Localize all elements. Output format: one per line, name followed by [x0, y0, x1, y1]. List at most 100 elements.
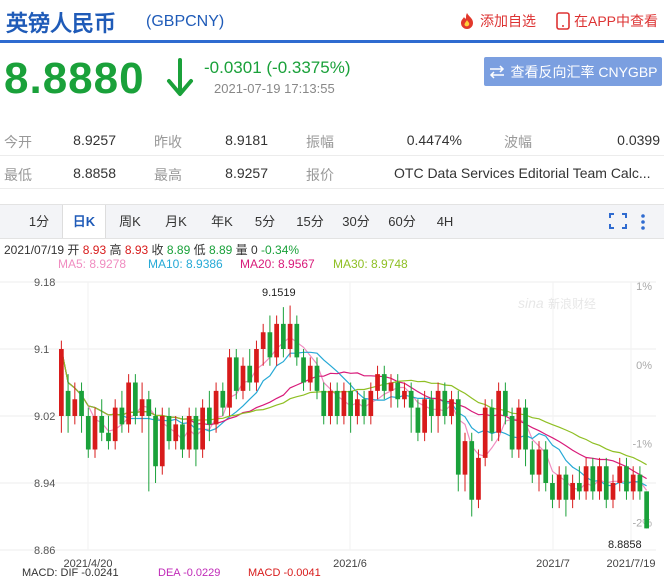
candle-body	[509, 416, 515, 450]
candle-body	[341, 390, 347, 416]
candle-body	[529, 449, 535, 475]
reverse-rate-button[interactable]: 查看反向汇率 CNYGBP	[484, 57, 662, 86]
candle-body	[523, 407, 528, 450]
candle-body	[395, 382, 401, 400]
candle-body	[79, 390, 84, 416]
x-tick-label: 2021/6	[333, 558, 367, 570]
candle-body	[133, 382, 138, 416]
add-favorite-button[interactable]: 添加自选	[458, 11, 536, 31]
candle-body	[260, 332, 266, 349]
candle-body	[462, 441, 468, 475]
candle-body	[106, 432, 111, 442]
candle-body	[213, 390, 219, 425]
candle-body	[227, 357, 232, 408]
kline-chart[interactable]: 9.189.19.028.948.861%0%-1%-2%2021/4/20 20…	[0, 272, 664, 582]
volume-label: 量	[235, 243, 248, 257]
candle-body	[254, 349, 259, 383]
x-tick-label: 2021/7	[536, 558, 570, 570]
candle-body	[85, 416, 91, 450]
candle-body	[536, 449, 542, 475]
candle-body	[281, 323, 286, 349]
candle-body	[220, 390, 226, 408]
tab-weekly[interactable]: 周K	[110, 205, 150, 238]
tab-60min[interactable]: 60分	[382, 205, 422, 238]
candle-body	[563, 474, 569, 500]
stat-label: 昨收	[154, 134, 182, 150]
tab-30min[interactable]: 30分	[336, 205, 376, 238]
x-tick-label: 2021/7/19	[607, 558, 656, 570]
tab-5min[interactable]: 5分	[248, 205, 282, 238]
low-label: 低	[193, 243, 206, 257]
candle-body	[146, 399, 152, 416]
ma20-label: MA20: 8.9567	[240, 257, 315, 271]
candle-body	[307, 365, 313, 383]
tab-1min[interactable]: 1分	[22, 205, 56, 238]
candle-body	[617, 466, 623, 483]
phone-icon	[556, 12, 570, 30]
candle-body	[200, 407, 205, 450]
stat-label: 今开	[4, 134, 32, 150]
divider	[0, 188, 664, 189]
right-tick-label: 0%	[636, 360, 652, 372]
stat-value: 8.8858	[73, 165, 116, 181]
tab-4h[interactable]: 4H	[428, 205, 462, 238]
tab-daily[interactable]: 日K	[62, 205, 106, 238]
candle-body	[577, 483, 582, 492]
add-favorite-label: 添加自选	[480, 13, 536, 29]
close-value: 8.89	[166, 243, 191, 257]
candle-body	[644, 491, 649, 529]
stat-label: 振幅	[306, 134, 334, 150]
reverse-rate-label: 查看反向汇率 CNYGBP	[510, 63, 658, 80]
candle-body	[422, 399, 427, 433]
candle-body	[637, 474, 643, 492]
open-app-button[interactable]: 在APP中查看	[556, 11, 658, 31]
candle-body	[435, 390, 441, 416]
open-value: 8.93	[82, 243, 107, 257]
candle-body	[65, 390, 71, 416]
stat-value: 8.9181	[225, 132, 268, 148]
candle-body	[516, 407, 522, 450]
macd-dea: DEA -0.0229	[158, 567, 220, 579]
symbol-code: (GBPCNY)	[146, 13, 225, 30]
swap-icon	[490, 64, 505, 79]
fullscreen-icon[interactable]	[608, 212, 628, 230]
right-tick-label: -1%	[632, 439, 652, 451]
candle-body	[233, 357, 239, 391]
candle-body	[247, 365, 253, 383]
candle-body	[186, 416, 192, 450]
stat-label: 报价	[306, 167, 334, 183]
candle-body	[173, 424, 179, 442]
candle-body	[570, 483, 575, 500]
pct-change: -0.34%	[261, 243, 300, 257]
more-options-icon[interactable]	[640, 213, 646, 231]
candle-body	[153, 416, 158, 467]
candle-body	[59, 349, 64, 416]
header-divider	[0, 40, 664, 43]
candle-body	[469, 441, 475, 500]
ohlc-summary: 2021/07/19 开 8.93 高 8.93 收 8.89 低 8.89 量…	[4, 241, 299, 258]
candle-body	[99, 416, 105, 433]
candle-body	[624, 466, 629, 492]
tab-monthly[interactable]: 月K	[156, 205, 196, 238]
candle-body	[207, 407, 212, 425]
page-title: 英镑人民币	[6, 11, 117, 36]
watermark-text: 新浪财经	[548, 296, 596, 311]
tab-yearly[interactable]: 年K	[202, 205, 242, 238]
stats-row: 最低 8.8858 最高 8.9257 报价 OTC Data Services…	[0, 157, 664, 189]
candle-body	[287, 323, 293, 349]
stat-label: 最高	[154, 167, 182, 183]
candle-body	[112, 407, 118, 442]
candle-body	[92, 416, 98, 450]
price-change: -0.0301 (-0.3375%)	[204, 58, 351, 77]
tab-15min[interactable]: 15分	[290, 205, 330, 238]
candle-body	[408, 390, 414, 408]
stats-row: 今开 8.9257 昨收 8.9181 振幅 0.4474% 波幅 0.0399	[0, 124, 664, 156]
candle-body	[166, 416, 172, 442]
candle-body	[328, 390, 333, 416]
candle-body	[583, 466, 589, 492]
candle-body	[402, 390, 407, 400]
ohlc-date: 2021/07/19	[4, 243, 65, 257]
y-tick-label: 9.1	[34, 344, 49, 356]
candle-body	[556, 474, 562, 500]
y-tick-label: 8.86	[34, 545, 55, 557]
